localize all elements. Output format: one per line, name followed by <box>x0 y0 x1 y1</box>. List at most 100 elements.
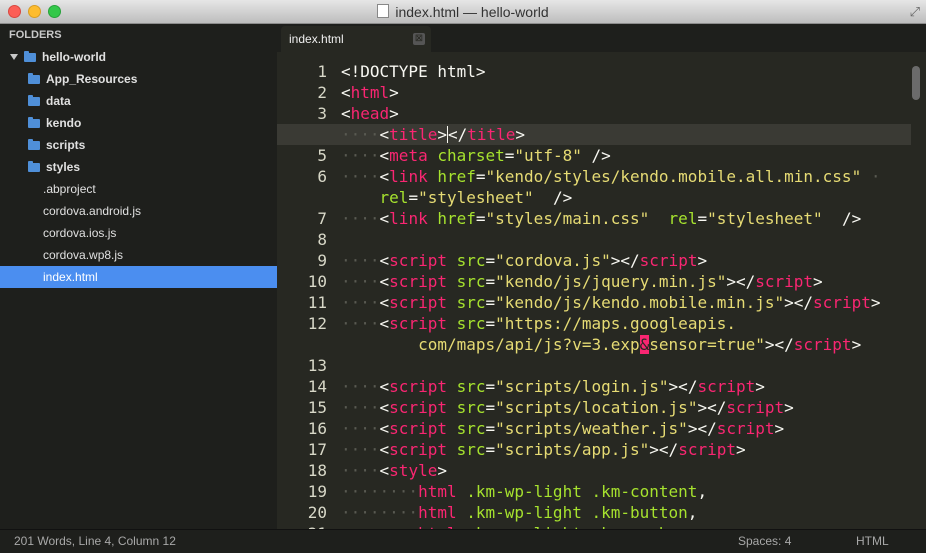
code-line[interactable]: rel="stylesheet" /> <box>341 187 911 208</box>
tab-index-html[interactable]: index.html ⊠ <box>281 26 431 52</box>
code-area[interactable]: <!DOCTYPE html> <html> <head> ····<title></… <box>277 61 911 529</box>
code-punct: < <box>379 272 390 291</box>
code-string: "scripts/location.js" <box>495 398 698 417</box>
code-string: "kendo/js/kendo.mobile.min.js" <box>495 293 785 312</box>
code-punct: < <box>379 167 390 186</box>
code-punct <box>341 335 418 354</box>
folder-icon <box>28 73 40 84</box>
code-punct: ></ <box>610 251 640 270</box>
folder-kendo[interactable]: kendo <box>0 112 277 134</box>
code-punct: < <box>341 104 351 123</box>
code-line[interactable]: ····<script src="kendo/js/kendo.mobile.m… <box>341 292 911 313</box>
code-punct: < <box>379 146 390 165</box>
code-whitespace: ···· <box>341 314 380 333</box>
fullscreen-icon[interactable]: ⤢ <box>910 4 920 20</box>
code-line[interactable]: ····<script src="kendo/js/jquery.min.js"… <box>341 271 911 292</box>
code-whitespace: ···· <box>341 440 380 459</box>
line-number: 1 <box>317 62 327 81</box>
code-string: "stylesheet" <box>418 188 534 207</box>
code-whitespace: ···· <box>341 167 380 186</box>
code-attr: rel <box>668 209 698 228</box>
code-line[interactable]: com/maps/api/js?v=3.exp&sensor=true"></s… <box>341 334 911 355</box>
code-punct: /> <box>581 146 611 165</box>
code-punct: < <box>341 83 351 102</box>
line-number: 2 <box>317 83 327 102</box>
code-punct: > <box>870 293 881 312</box>
code-line[interactable]: ····<style> <box>341 460 911 481</box>
code-line[interactable]: ····<script src="scripts/app.js"></scrip… <box>341 439 911 460</box>
code-line[interactable]: ····<script src="scripts/location.js"></… <box>341 397 911 418</box>
indentation-setting[interactable]: Spaces: 4 <box>738 530 791 553</box>
code-punct: = <box>475 209 486 228</box>
file-index-html[interactable]: index.html <box>0 266 277 288</box>
code-tag: script <box>678 440 736 459</box>
code-punct: = <box>504 146 515 165</box>
status-position: 201 Words, Line 4, Column 12 <box>14 534 176 548</box>
code-punct <box>428 167 438 186</box>
folder-styles[interactable]: styles <box>0 156 277 178</box>
code-punct: /> <box>533 188 573 207</box>
file-cordova-android[interactable]: cordova.android.js <box>0 200 277 222</box>
folder-icon <box>28 95 40 106</box>
folder-app-resources[interactable]: App_Resources <box>0 68 277 90</box>
code-line[interactable]: <!DOCTYPE html> <box>341 61 911 82</box>
folder-scripts[interactable]: scripts <box>0 134 277 156</box>
folder-root[interactable]: hello-world <box>0 46 277 68</box>
code-punct: < <box>379 377 390 396</box>
file-cordova-ios[interactable]: cordova.ios.js <box>0 222 277 244</box>
code-punct: ></ <box>668 377 698 396</box>
code-line[interactable]: ····<meta charset="utf-8" /> <box>341 145 911 166</box>
line-number: 8 <box>317 230 327 249</box>
code-line[interactable]: ····<script src="scripts/weather.js"></s… <box>341 418 911 439</box>
code-string: "scripts/app.js" <box>495 440 650 459</box>
code-punct: > <box>697 251 708 270</box>
code-line[interactable] <box>341 355 911 376</box>
code-tag: script <box>793 335 852 354</box>
code-tag: meta <box>389 146 428 165</box>
code-punct: > <box>437 125 447 144</box>
code-tag: style <box>389 461 438 480</box>
code-line[interactable]: ····<link href="kendo/styles/kendo.mobil… <box>341 166 911 187</box>
code-punct: , <box>697 482 708 501</box>
code-line[interactable]: ····<link href="styles/main.css" rel="st… <box>341 208 911 229</box>
line-number: 15 <box>307 398 327 417</box>
file-abproject[interactable]: .abproject <box>0 178 277 200</box>
code-punct: ></ <box>784 293 814 312</box>
code-entity: & <box>639 335 650 354</box>
folder-data[interactable]: data <box>0 90 277 112</box>
code-punct <box>447 293 457 312</box>
code-line[interactable]: ····<title></title> <box>277 124 911 145</box>
code-punct <box>447 272 457 291</box>
code-tag: script <box>389 251 447 270</box>
code-whitespace: ···· <box>341 251 380 270</box>
code-punct <box>447 251 457 270</box>
code-line[interactable]: ····<script src="https://maps.googleapis… <box>341 313 911 334</box>
code-line[interactable]: ····<script src="scripts/login.js"></scr… <box>341 376 911 397</box>
code-punct <box>649 209 668 228</box>
code-string: "https://maps.googleapis. <box>495 314 736 333</box>
syntax-setting[interactable]: HTML <box>856 530 889 553</box>
code-line[interactable]: <head> <box>341 103 911 124</box>
code-line[interactable]: ····<script src="cordova.js"></script> <box>341 250 911 271</box>
code-tag: script <box>697 377 756 396</box>
code-editor[interactable]: 123456789101112131415161718192021 <!DOCT… <box>277 52 926 529</box>
code-tag: script <box>726 398 785 417</box>
code-punct: > <box>851 335 862 354</box>
code-punct: ></ <box>764 335 794 354</box>
code-string: "kendo/js/jquery.min.js" <box>495 272 727 291</box>
line-number: 9 <box>317 251 327 270</box>
code-line[interactable]: ········html .km-wp-light .km-content, <box>341 481 911 502</box>
code-line[interactable]: <html> <box>341 82 911 103</box>
code-tag: script <box>813 293 871 312</box>
code-attr: charset <box>437 146 505 165</box>
code-attr: src <box>456 251 486 270</box>
file-cordova-wp8[interactable]: cordova.wp8.js <box>0 244 277 266</box>
code-line[interactable]: ········html .km-wp-light .km-button, <box>341 502 911 523</box>
code-string: "styles/main.css" <box>485 209 650 228</box>
window-title: index.html — hello-world <box>395 4 549 20</box>
code-line[interactable] <box>341 229 911 250</box>
code-whitespace: ···· <box>341 377 380 396</box>
tab-close-icon[interactable]: ⊠ <box>413 33 425 45</box>
editor-scrollbar[interactable] <box>912 66 920 100</box>
code-punct: = <box>485 314 496 333</box>
